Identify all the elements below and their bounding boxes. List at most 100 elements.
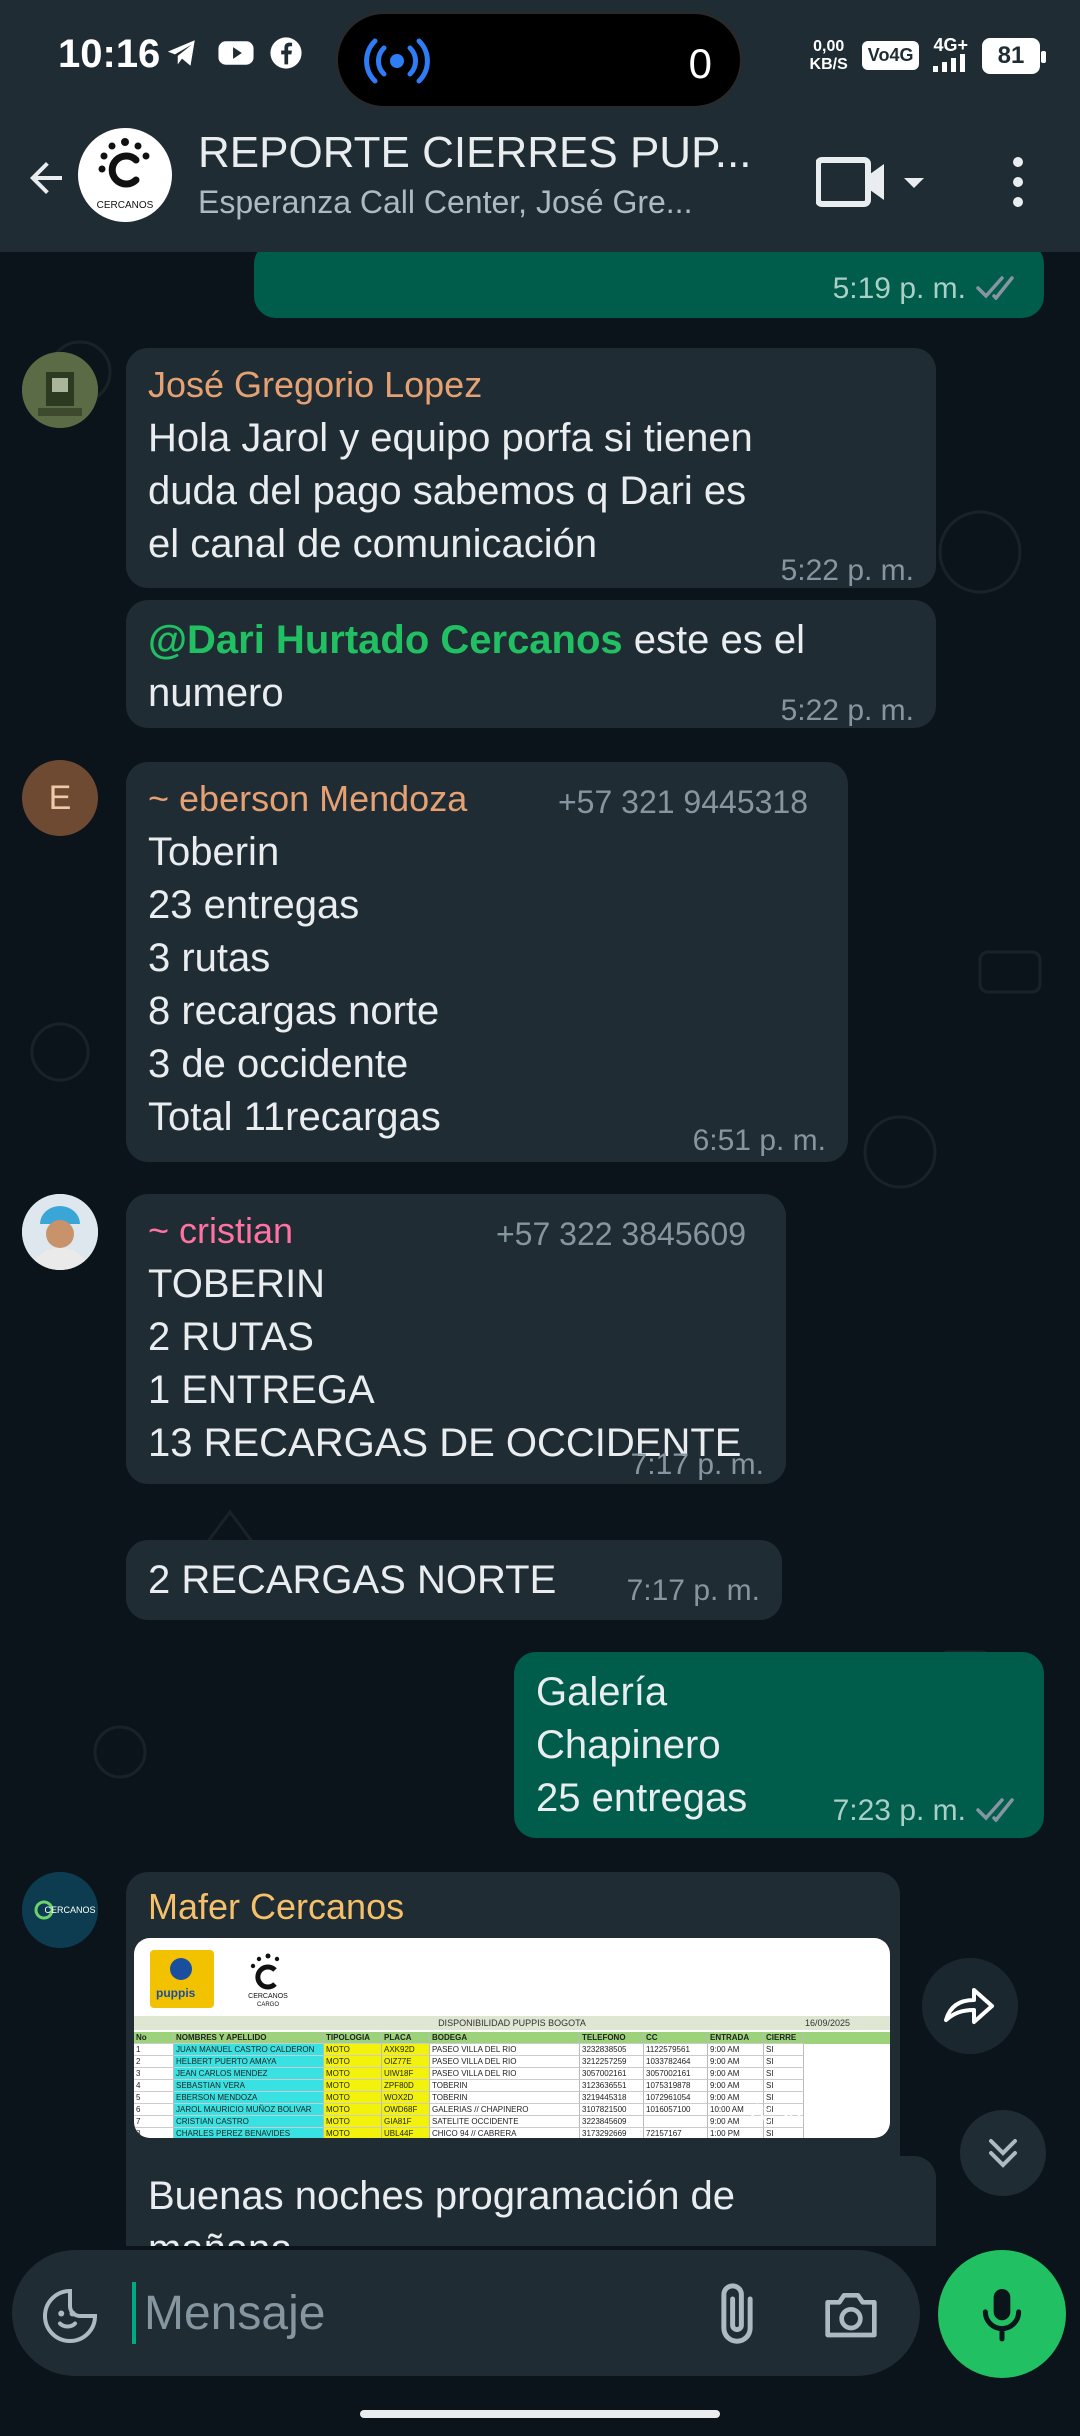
message-line: duda del pago sabemos q Dari es: [148, 469, 747, 513]
message-line: 1 ENTREGA: [148, 1368, 375, 1412]
sheet-logos: puppis CERCANOS CARGO: [150, 1950, 296, 2008]
home-indicator[interactable]: [360, 2410, 720, 2418]
sheet-cell: PASEO VILLA DEL RIO: [430, 2044, 580, 2056]
incoming-message[interactable]: ~ eberson Mendoza +57 321 9445318 Toberi…: [126, 762, 848, 1162]
sheet-cell: 1075319878: [644, 2080, 708, 2092]
svg-text:CARGO: CARGO: [257, 2002, 279, 2008]
message-input[interactable]: [144, 2276, 664, 2350]
message-line: mañana: [148, 2223, 914, 2246]
sender-phone[interactable]: +57 321 9445318: [558, 776, 808, 829]
incoming-message[interactable]: José Gregorio Lopez Hola Jarol y equipo …: [126, 348, 936, 588]
video-call-button[interactable]: [815, 152, 936, 217]
more-options-icon[interactable]: [1000, 152, 1036, 217]
status-bar: 10:16 0 0,00 KB/S Vo4G 4G+ 81: [0, 0, 1080, 120]
incoming-message[interactable]: ~ cristian +57 322 3845609 TOBERIN 2 RUT…: [126, 1194, 786, 1484]
sheet-header-cell: NOMBRES Y APELLIDO: [174, 2032, 324, 2044]
message-time: 7:17 p. m.: [630, 1448, 764, 1481]
net-speed: 0,00 KB/S: [810, 38, 848, 74]
sheet-header-cell: PLACA: [382, 2032, 430, 2044]
group-avatar[interactable]: CERCANOS: [78, 128, 172, 222]
sheet-cell: 4: [134, 2080, 174, 2092]
sheet-date: 16/09/2025: [804, 2018, 850, 2028]
message-time: 7:23 p. m.: [833, 1784, 1022, 1839]
message-line: 3 rutas: [148, 936, 271, 980]
incoming-message[interactable]: @Dari Hurtado Cercanos este es el numero…: [126, 600, 936, 728]
sheet-cell: PASEO VILLA DEL RIO: [430, 2056, 580, 2068]
scroll-to-bottom-button[interactable]: [960, 2110, 1046, 2196]
sheet-cell: HELBERT PUERTO AMAYA: [174, 2056, 324, 2068]
sheet-cell: 3212257259: [580, 2056, 644, 2068]
sheet-cell: 1072961054: [644, 2092, 708, 2104]
message-time: 5:22 p. m.: [780, 694, 914, 727]
message-time: 6:51 p. m.: [692, 1124, 826, 1157]
sheet-title: DISPONIBILIDAD PUPPIS BOGOTA 16/09/2025: [134, 2016, 890, 2030]
attach-button[interactable]: [702, 2280, 772, 2355]
chat-header: CERCANOS REPORTE CIERRES PUP... Esperanz…: [0, 120, 1080, 252]
sticker-icon: [43, 2288, 98, 2343]
sheet-cell: 9:00 AM: [708, 2068, 764, 2080]
sheet-cell: 3057002161: [644, 2068, 708, 2080]
sender-name[interactable]: Mafer Cercanos: [134, 1884, 892, 1930]
sheet-cell: ZPF80D: [382, 2080, 430, 2092]
sender-avatar[interactable]: E: [22, 760, 98, 836]
sheet-cell: TOBERIN: [430, 2092, 580, 2104]
message-time: 5:19 p. m.: [833, 262, 1022, 317]
back-arrow-icon[interactable]: [22, 154, 70, 207]
voice-record-button[interactable]: [938, 2250, 1066, 2378]
sheet-cell: 8: [134, 2128, 174, 2138]
sheet-cell: UBL44F: [382, 2128, 430, 2138]
outgoing-message[interactable]: 5:19 p. m.: [254, 252, 1044, 318]
avatar-letter: E: [48, 778, 72, 817]
youtube-icon: [217, 36, 255, 70]
telegram-icon: [165, 36, 203, 70]
image-preview[interactable]: puppis CERCANOS CARGO DISPONIBILIDAD PUP…: [134, 1938, 890, 2138]
sheet-cell: 3223845609: [580, 2116, 644, 2128]
incoming-message[interactable]: 2 RECARGAS NORTE 7:17 p. m.: [126, 1540, 782, 1620]
sheet-cell: TOBERIN: [430, 2080, 580, 2092]
clock: 10:16: [58, 32, 161, 76]
outgoing-message[interactable]: Galería Chapinero 25 entregas 7:23 p. m.: [514, 1652, 1044, 1838]
message-line: @Dari Hurtado Cercanos este es el: [148, 614, 914, 667]
sheet-header-cell: ENTRADA: [708, 2032, 764, 2044]
sender-phone[interactable]: +57 322 3845609: [496, 1208, 746, 1261]
forward-button[interactable]: [922, 1958, 1018, 2054]
sheet-cell: 3107821500: [580, 2104, 644, 2116]
sender-avatar[interactable]: [22, 1194, 98, 1270]
avatar-brand-text: CERCANOS: [97, 200, 154, 211]
chat-participants[interactable]: Esperanza Call Center, José Gre...: [198, 184, 768, 221]
message-list[interactable]: 5:19 p. m. José Gregorio Lopez Hola Jaro…: [0, 252, 1080, 2246]
sheet-cell: WOX2D: [382, 2092, 430, 2104]
paperclip-icon: [721, 2283, 753, 2344]
message-time: 8:54 p. m.: [749, 2098, 874, 2129]
mention-link[interactable]: @Dari Hurtado Cercanos: [148, 618, 623, 662]
sticker-emoji-button[interactable]: [40, 2286, 100, 2351]
sender-avatar[interactable]: CERCANOS: [22, 1872, 98, 1948]
network-type: 4G+: [933, 35, 968, 55]
message-time: 7:17 p. m.: [626, 1574, 760, 1607]
incoming-message[interactable]: Buenas noches programación de mañana: [126, 2156, 936, 2246]
sheet-row: 4 SEBASTIAN VERA MOTO ZPF80D TOBERIN 31236365…: [134, 2080, 890, 2092]
sheet-header-cell: TELEFONO: [580, 2032, 644, 2044]
chat-title[interactable]: REPORTE CIERRES PUP...: [198, 128, 768, 178]
sheet-cell: GIA81F: [382, 2116, 430, 2128]
sheet-header-cell: CIERRE: [764, 2032, 804, 2044]
live-indicator[interactable]: 0: [336, 12, 742, 108]
sheet-cell: 1122579561: [644, 2044, 708, 2056]
sheet-cell: CHARLES PEREZ BENAVIDES: [174, 2128, 324, 2138]
sender-avatar[interactable]: [22, 352, 98, 428]
sheet-cell: 9:00 AM: [708, 2044, 764, 2056]
sheet-cell: MOTO: [324, 2080, 382, 2092]
sender-name[interactable]: José Gregorio Lopez: [148, 362, 914, 408]
sheet-cell: 6: [134, 2104, 174, 2116]
live-count: 0: [688, 40, 712, 87]
sheet-cell: JEAN CARLOS MENDEZ: [174, 2068, 324, 2080]
notification-icons: [165, 36, 307, 70]
message-line: Galería: [536, 1670, 668, 1714]
facebook-icon: [269, 36, 307, 70]
sheet-cell: JAROL MAURICIO MUÑOZ BOLIVAR: [174, 2104, 324, 2116]
camera-button[interactable]: [820, 2286, 882, 2347]
sheet-row: 2 HELBERT PUERTO AMAYA MOTO OIZ77E PASEO VIL…: [134, 2056, 890, 2068]
sheet-cell: 3057002161: [580, 2068, 644, 2080]
message-line: 23 entregas: [148, 883, 360, 927]
sheet-cell: 9:00 AM: [708, 2056, 764, 2068]
